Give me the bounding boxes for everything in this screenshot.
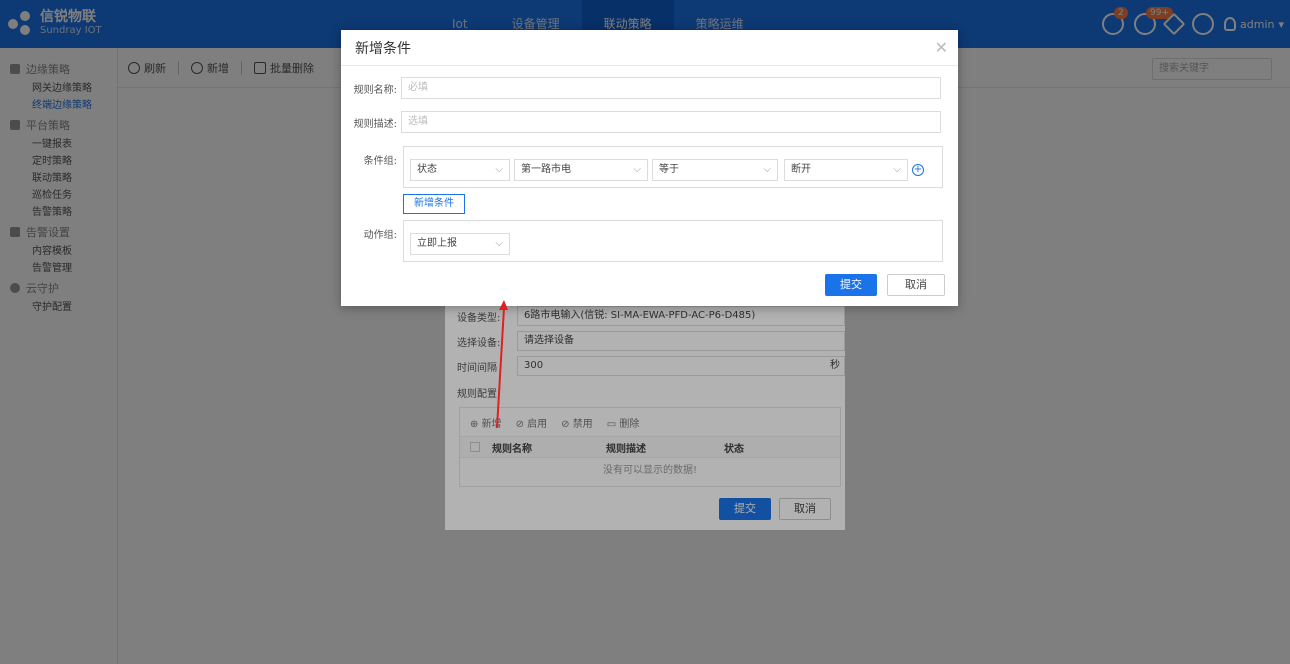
cond-field-select[interactable]: 状态 ⌵ <box>410 159 510 181</box>
chevron-down-icon: ⌵ <box>633 164 641 175</box>
app-root: 信锐物联 Sundray IOT Iot 设备管理 联动策略 策略运维 2 99… <box>0 0 1290 664</box>
chevron-down-icon: ⌵ <box>495 164 503 175</box>
add-condition-plus-icon[interactable]: + <box>912 164 924 176</box>
cond-value-select[interactable]: 断开 ⌵ <box>784 159 908 181</box>
rule-desc-row: 规则描述: 选填 <box>341 111 941 133</box>
modal-cancel-button[interactable]: 取消 <box>887 274 945 296</box>
action-group: 立即上报 ⌵ <box>403 220 943 262</box>
chevron-down-icon: ⌵ <box>495 238 503 249</box>
close-icon[interactable]: ✕ <box>935 38 948 57</box>
add-condition-button[interactable]: 新增条件 <box>403 194 465 214</box>
action-select[interactable]: 立即上报 ⌵ <box>410 233 510 255</box>
cond-channel-select[interactable]: 第一路市电 ⌵ <box>514 159 648 181</box>
modal-submit-button[interactable]: 提交 <box>825 274 877 296</box>
rule-desc-label: 规则描述: <box>353 118 397 130</box>
cond-operator-select[interactable]: 等于 ⌵ <box>652 159 778 181</box>
chevron-down-icon: ⌵ <box>893 164 901 175</box>
add-condition-modal: 新增条件 ✕ 规则名称: 必填 规则描述: 选填 条件组: 状态 ⌵ 第一路市电 ⌵… <box>341 30 958 306</box>
condition-group: 状态 ⌵ 第一路市电 ⌵ 等于 ⌵ 断开 ⌵ + <box>403 146 943 188</box>
action-group-label: 动作组: <box>363 230 397 241</box>
rule-name-input[interactable]: 必填 <box>401 77 941 99</box>
cond-group-label: 条件组: <box>363 156 397 167</box>
rule-desc-input[interactable]: 选填 <box>401 111 941 133</box>
rule-name-label: 规则名称: <box>353 84 397 96</box>
rule-name-row: 规则名称: 必填 <box>341 77 941 99</box>
annotation-arrow <box>496 300 508 429</box>
modal-title: 新增条件 <box>341 30 958 66</box>
chevron-down-icon: ⌵ <box>763 164 771 175</box>
